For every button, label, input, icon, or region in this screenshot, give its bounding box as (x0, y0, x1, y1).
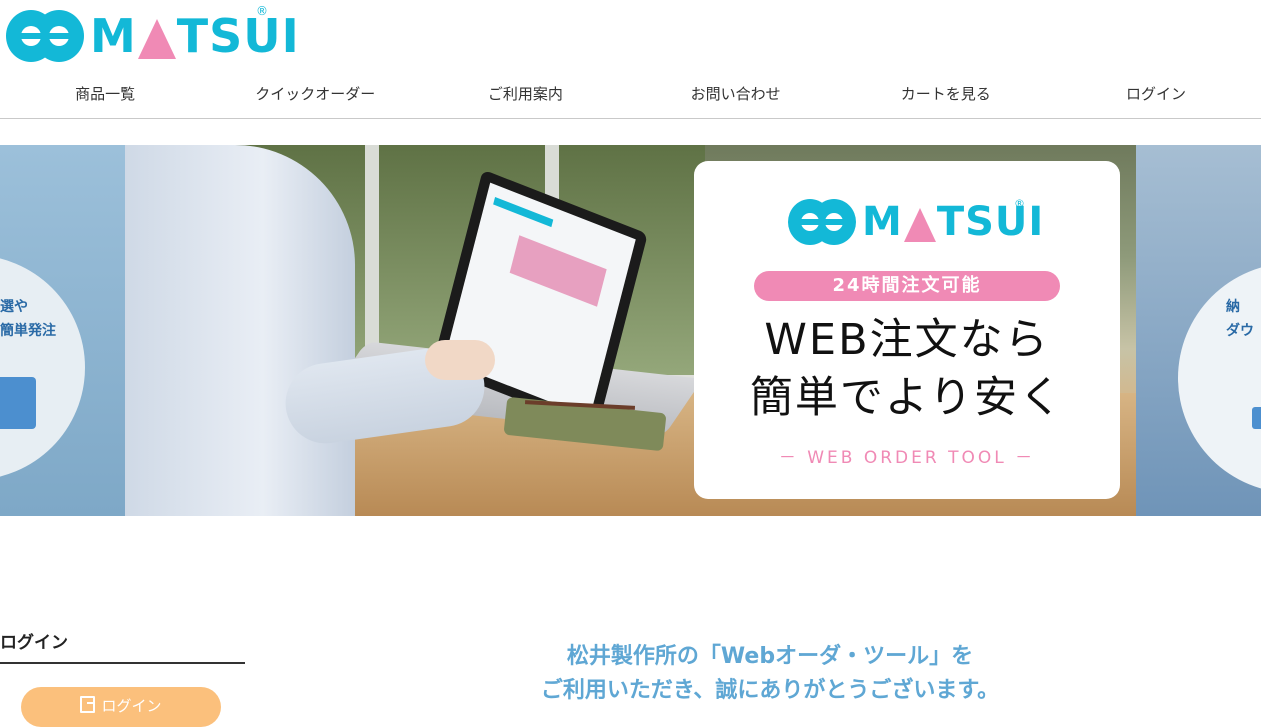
hero-carousel[interactable]: 選や 簡単発注 M TSUI ® 24時間注文可能 WEB注文なら 簡単でより安… (0, 145, 1261, 516)
registered-mark: ® (256, 4, 268, 18)
logo-a-triangle-icon (903, 208, 936, 242)
nav-item-quick-order[interactable]: クイックオーダー (210, 78, 420, 118)
main-nav: 商品一覧 クイックオーダー ご利用案内 お問い合わせ カートを見る ログイン (0, 78, 1261, 119)
hero-slide-image[interactable]: M TSUI ® 24時間注文可能 WEB注文なら 簡単でより安く － WEB O… (125, 145, 1136, 516)
nav-item-products[interactable]: 商品一覧 (0, 78, 210, 118)
logo-mark-icon (6, 10, 84, 62)
person-figure (125, 145, 355, 516)
nav-item-login[interactable]: ログイン (1051, 78, 1261, 118)
logo-wordmark: M TSUI (90, 9, 300, 63)
doc-icon (1252, 407, 1261, 429)
prev-slide-text: 選や 簡単発注 (0, 299, 56, 339)
promo-card: M TSUI ® 24時間注文可能 WEB注文なら 簡単でより安く － WEB O… (694, 161, 1120, 499)
nav-item-contact[interactable]: お問い合わせ (631, 78, 841, 118)
nav-item-cart[interactable]: カートを見る (841, 78, 1051, 118)
badge-24h: 24時間注文可能 (754, 271, 1060, 301)
login-heading: ログイン (0, 633, 68, 653)
divider (0, 662, 245, 664)
box-icon (0, 377, 36, 429)
logo-a-triangle-icon (137, 19, 176, 59)
next-slide-text: 納 ダウ (1226, 299, 1254, 339)
hero-prev-slide[interactable]: 選や 簡単発注 (0, 145, 125, 516)
promo-headline: WEB注文なら 簡単でより安く (749, 315, 1065, 423)
login-button[interactable]: ログイン (21, 687, 221, 727)
hero-next-slide[interactable]: 納 ダウ (1136, 145, 1261, 516)
promo-tagline: － WEB ORDER TOOL － (778, 448, 1036, 468)
nav-item-guide[interactable]: ご利用案内 (420, 78, 630, 118)
login-icon (80, 696, 96, 713)
card-logo: M TSUI (788, 199, 1044, 245)
logo-mark-icon (788, 199, 856, 245)
welcome-message: 松井製作所の「Webオーダ・ツール」を ご利用いただき、誠にありがとうございます… (540, 644, 1000, 703)
